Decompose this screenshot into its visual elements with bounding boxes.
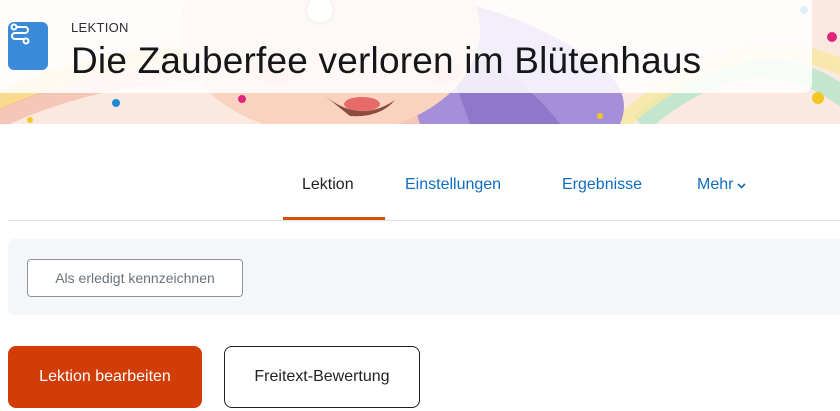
chevron-down-icon xyxy=(737,176,747,194)
edit-lesson-button[interactable]: Lektion bearbeiten xyxy=(8,346,202,408)
tab-ergebnisse[interactable]: Ergebnisse xyxy=(562,176,642,194)
tab-mehr-label: Mehr xyxy=(697,176,734,194)
title-card: LEKTION Die Zauberfee verloren im Blüten… xyxy=(0,0,812,93)
essay-grading-button[interactable]: Freitext-Bewertung xyxy=(224,346,420,408)
nav-divider xyxy=(8,220,840,221)
mark-as-done-button[interactable]: Als erledigt kennzeichnen xyxy=(27,259,243,297)
tab-einstellungen[interactable]: Einstellungen xyxy=(405,176,501,194)
tab-mehr[interactable]: Mehr xyxy=(697,176,747,194)
lesson-icon xyxy=(8,22,48,70)
activity-type-label: LEKTION xyxy=(71,20,129,35)
page-title: Die Zauberfee verloren im Blütenhaus xyxy=(71,40,702,81)
tab-lektion[interactable]: Lektion xyxy=(302,176,354,194)
hero-banner: LEKTION Die Zauberfee verloren im Blüten… xyxy=(0,0,840,124)
